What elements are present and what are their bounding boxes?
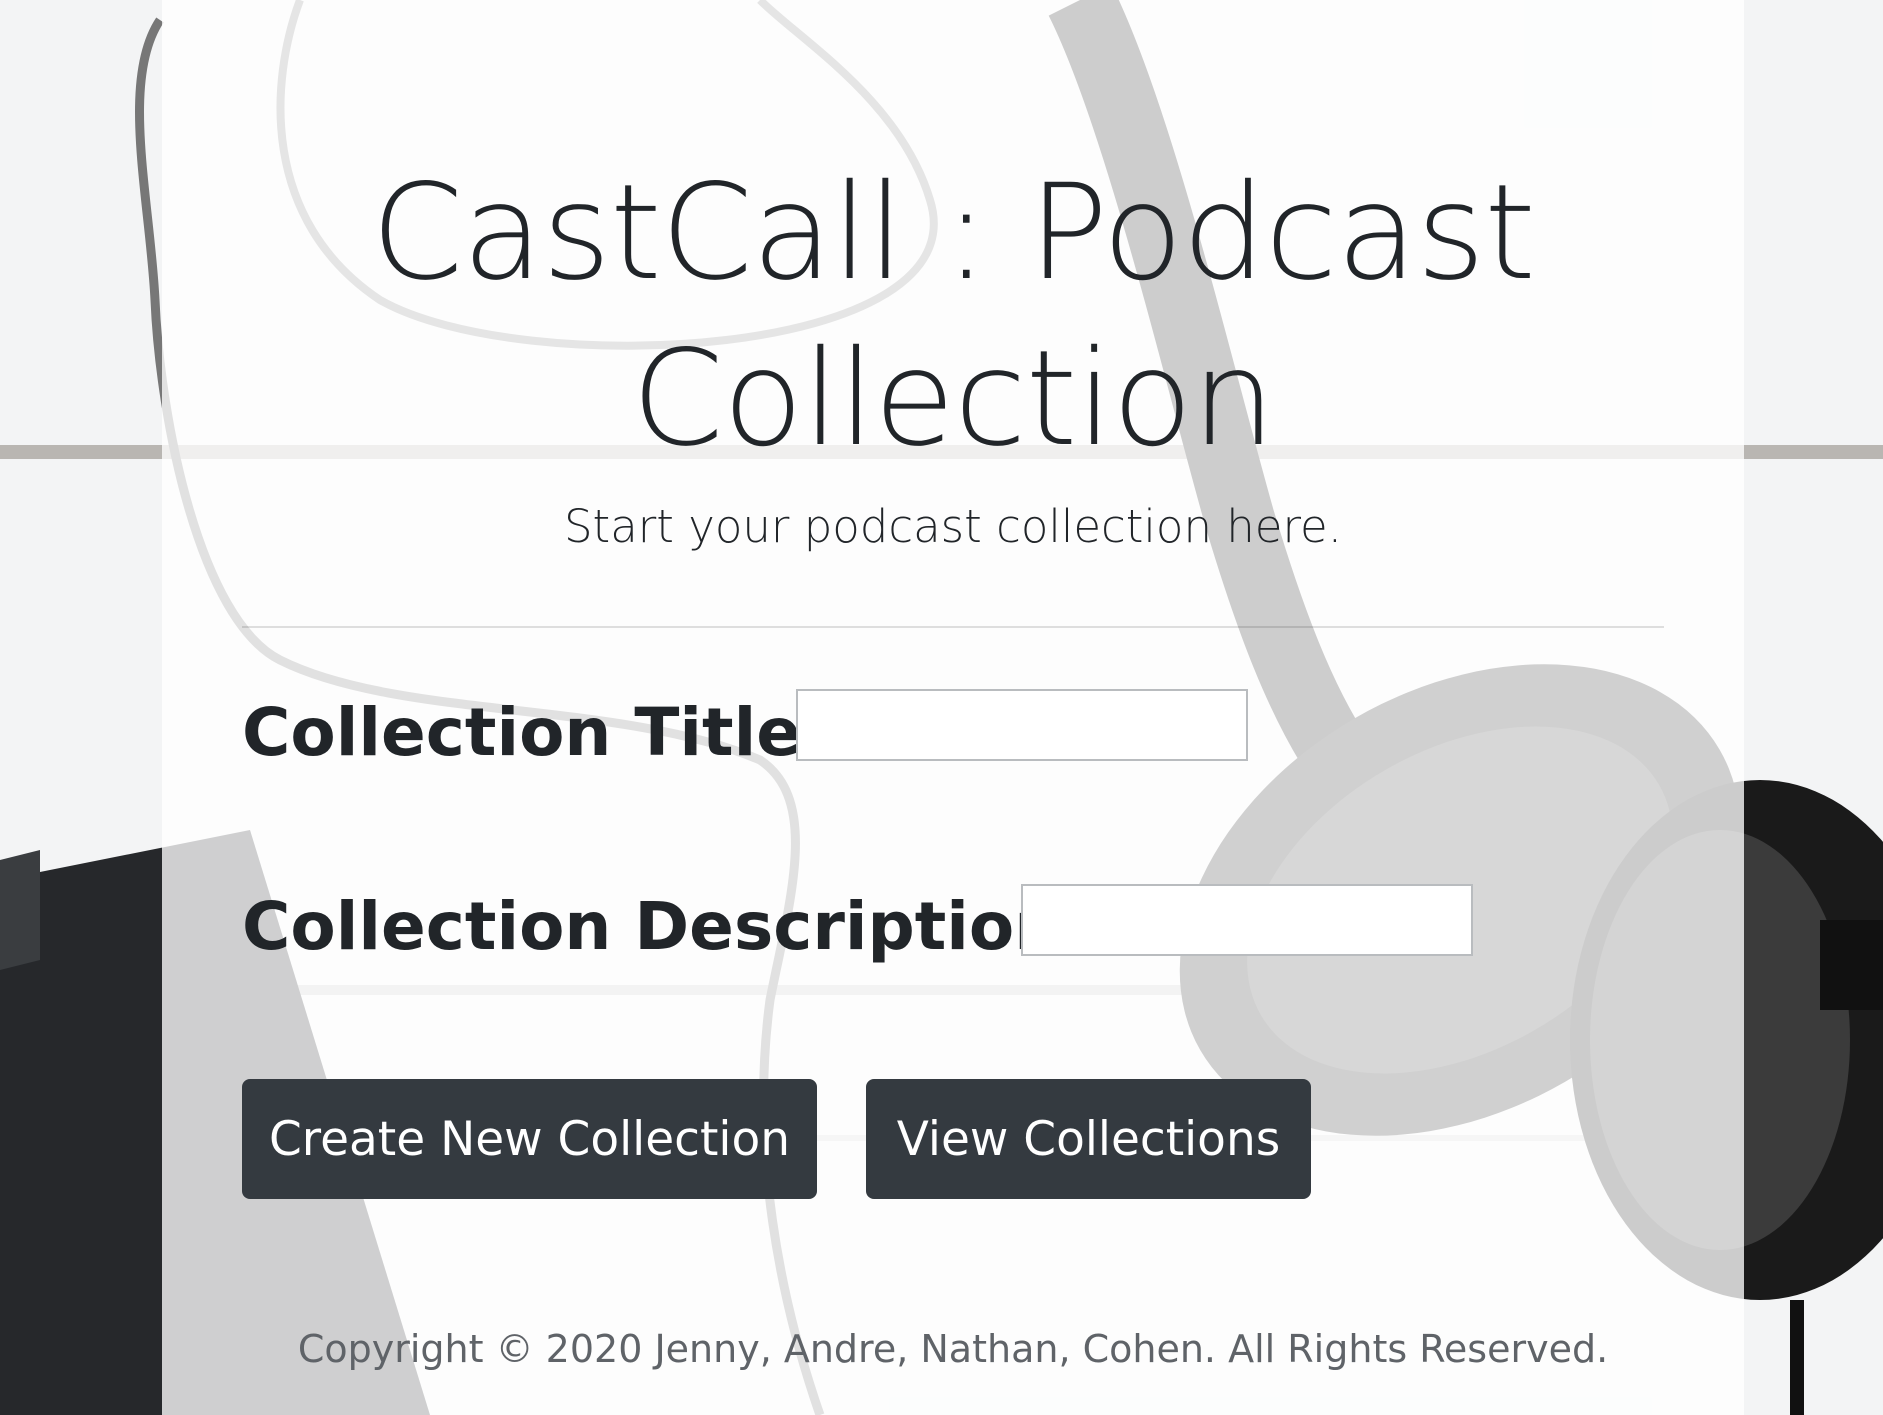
collection-description-input[interactable]: [1021, 884, 1473, 956]
page: CastCall : Podcast Collection Start your…: [0, 0, 1883, 1415]
divider: [242, 626, 1664, 628]
jumbotron-card: CastCall : Podcast Collection Start your…: [162, 0, 1744, 1415]
collection-description-label: Collection Description:: [242, 888, 1088, 965]
footer-copyright: Copyright © 2020 Jenny, Andre, Nathan, C…: [297, 1327, 1609, 1371]
create-new-collection-button[interactable]: Create New Collection: [242, 1079, 817, 1199]
view-collections-button[interactable]: View Collections: [866, 1079, 1311, 1199]
collection-title-input[interactable]: [796, 689, 1248, 761]
page-title: CastCall : Podcast Collection: [371, 156, 1536, 476]
page-lead-text: Start your podcast collection here.: [563, 500, 1342, 553]
collection-title-label: Collection Title:: [242, 694, 828, 771]
